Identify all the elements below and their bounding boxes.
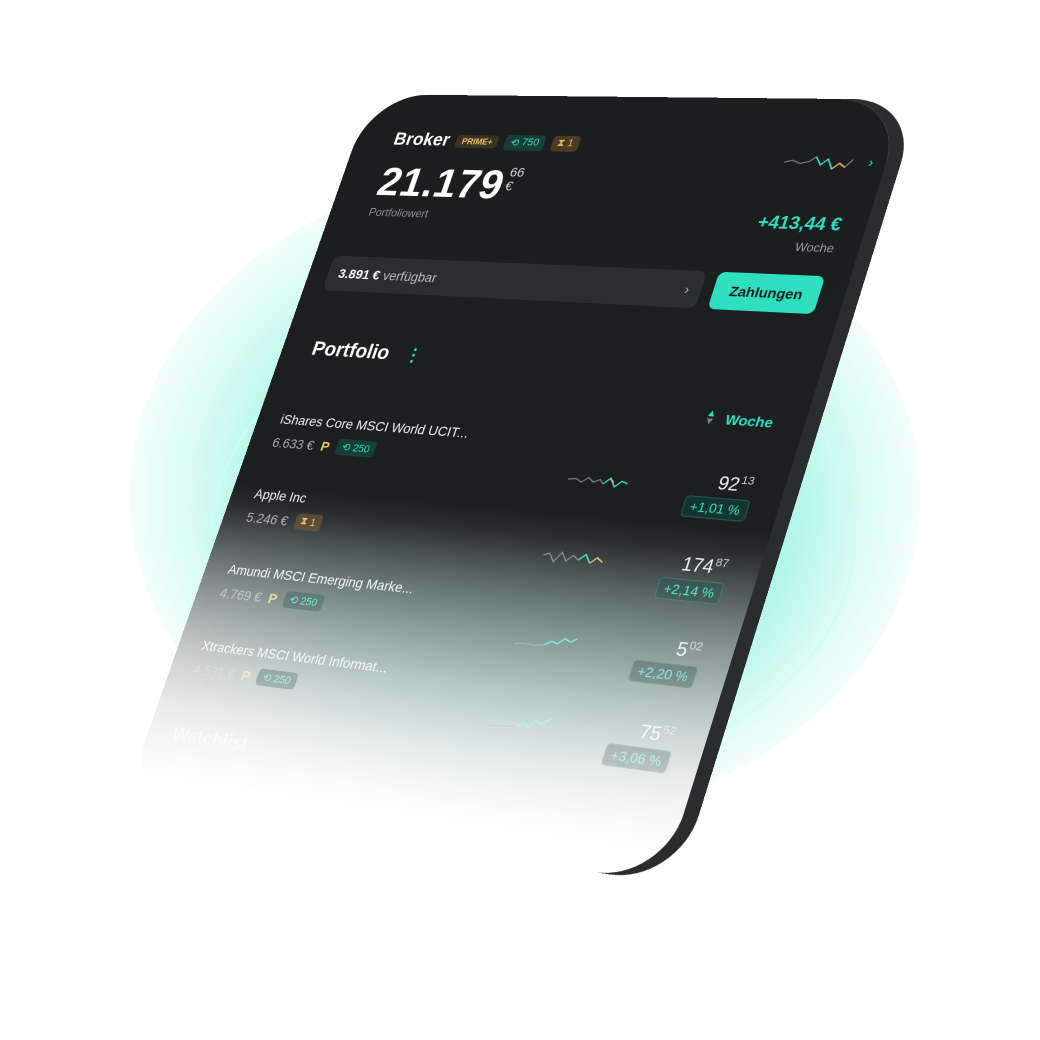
available-cash-amount: 3.891 € — [336, 266, 382, 282]
performance-badge: +2,14 % — [654, 577, 725, 605]
weekly-gain: +413,44 € Woche — [749, 212, 845, 255]
position-value: 4.531 € — [191, 661, 237, 682]
sort-label: Woche — [723, 411, 776, 430]
prime-badge[interactable]: PRIME+ — [454, 135, 500, 149]
portfolio-header: Portfolio ⋮ — [309, 338, 426, 367]
portfolio-value-cents: 66 — [508, 165, 527, 179]
payments-button[interactable]: Zahlungen — [708, 272, 826, 314]
position-value: 5.246 € — [244, 509, 290, 528]
sort-toggle[interactable]: ▲ ▼ Woche — [703, 410, 776, 431]
instrument-price: 17487 — [679, 554, 731, 580]
pending-order-badge: ⧗ 1 — [292, 513, 323, 532]
prime-p-icon: P — [239, 667, 253, 684]
weekly-gain-amount: +413,44 € — [755, 212, 845, 235]
savings-plan-amount: 250 — [299, 595, 320, 608]
instrument-price: 7552 — [636, 721, 678, 748]
chevron-right-icon[interactable]: › — [866, 154, 876, 170]
savings-plan-count: 750 — [520, 137, 541, 148]
portfolio-list: iShares Core MSCI World UCIT... 6.633 € … — [178, 411, 770, 781]
pending-order-count: 1 — [308, 517, 317, 529]
performance-badge: +1,01 % — [680, 495, 751, 522]
available-cash-label: verfügbar — [381, 268, 439, 285]
portfolio-sparkline-icon[interactable] — [780, 145, 862, 178]
pending-orders-badge[interactable]: ⧗ 1 — [549, 135, 581, 151]
stage: Broker PRIME+ ⟲ 750 ⧗ 1 21.179 66 € Port… — [0, 0, 1040, 1040]
cash-row: 3.891 € verfügbar › Zahlungen — [322, 255, 825, 314]
savings-plan-amount: 250 — [272, 673, 293, 687]
instrument-price: 502 — [673, 639, 704, 664]
savings-plan-badge[interactable]: ⟲ 750 — [503, 134, 548, 150]
chevron-right-icon: › — [682, 281, 692, 297]
position-value: 4.769 € — [218, 584, 264, 604]
prime-p-icon: P — [319, 438, 333, 454]
broker-title-row: Broker PRIME+ ⟲ 750 ⧗ 1 — [391, 130, 852, 159]
pending-orders-count: 1 — [566, 138, 575, 149]
portfolio-value-currency: € — [503, 179, 522, 193]
phone-screen: Broker PRIME+ ⟲ 750 ⧗ 1 21.179 66 € Port… — [125, 94, 906, 882]
sort-arrows-icon: ▲ ▼ — [703, 410, 718, 427]
price-main: 174 — [679, 554, 717, 578]
savings-plan-badge: ⟲ 250 — [255, 668, 299, 690]
watchlist-title: Watchlist — [169, 724, 251, 756]
broker-title: Broker — [391, 130, 453, 151]
instrument-sparkline-icon — [564, 463, 637, 496]
portfolio-value-main: 21.179 — [373, 162, 510, 205]
savings-plan-amount: 250 — [351, 442, 371, 455]
weekly-gain-period: Woche — [749, 238, 837, 255]
position-value: 6.633 € — [270, 434, 316, 452]
available-cash-field[interactable]: 3.891 € verfügbar › — [322, 255, 707, 308]
prime-p-icon: P — [266, 590, 280, 606]
portfolio-title: Portfolio — [309, 338, 393, 365]
instrument-price: 9213 — [715, 473, 756, 497]
performance-badge: +2,20 % — [627, 659, 698, 689]
savings-plan-badge: ⟲ 250 — [334, 439, 378, 458]
price-main: 92 — [715, 473, 742, 495]
instrument-sparkline-icon — [538, 543, 611, 577]
instrument-sparkline-icon — [512, 623, 585, 659]
available-cash-text: 3.891 € verfügbar — [336, 266, 439, 285]
savings-plan-badge: ⟲ 250 — [281, 591, 325, 612]
performance-badge: +3,06 % — [601, 743, 673, 774]
more-options-icon[interactable]: ⋮ — [402, 345, 425, 366]
